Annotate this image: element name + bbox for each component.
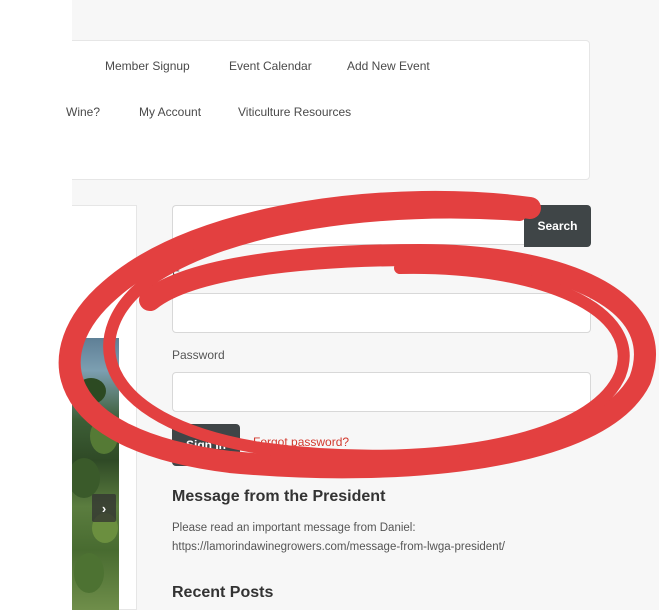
sign-in-button[interactable]: Sign In (172, 424, 240, 466)
nav-wine-truncated[interactable]: Wine? (66, 105, 100, 119)
email-field[interactable] (172, 293, 591, 333)
nav-my-account[interactable]: My Account (139, 105, 201, 119)
email-label: Email (172, 268, 203, 282)
slider-next-arrow[interactable]: › (92, 494, 116, 522)
nav-member-signup[interactable]: Member Signup (105, 59, 190, 73)
search-input[interactable] (172, 205, 524, 245)
slider-photo (72, 338, 119, 610)
message-line-1: Please read an important message from Da… (172, 522, 416, 534)
search-button[interactable]: Search (524, 205, 591, 247)
forgot-password-link[interactable]: Forgot password? (253, 435, 349, 449)
password-label: Password (172, 348, 225, 362)
nav-add-new-event[interactable]: Add New Event (347, 59, 430, 73)
message-heading: Message from the President (172, 488, 386, 505)
recent-posts-heading: Recent Posts (172, 584, 274, 601)
nav-viticulture-resources[interactable]: Viticulture Resources (238, 105, 351, 119)
password-field[interactable] (172, 372, 591, 412)
nav-event-calendar[interactable]: Event Calendar (229, 59, 312, 73)
message-line-2[interactable]: https://lamorindawinegrowers.com/message… (172, 541, 505, 553)
